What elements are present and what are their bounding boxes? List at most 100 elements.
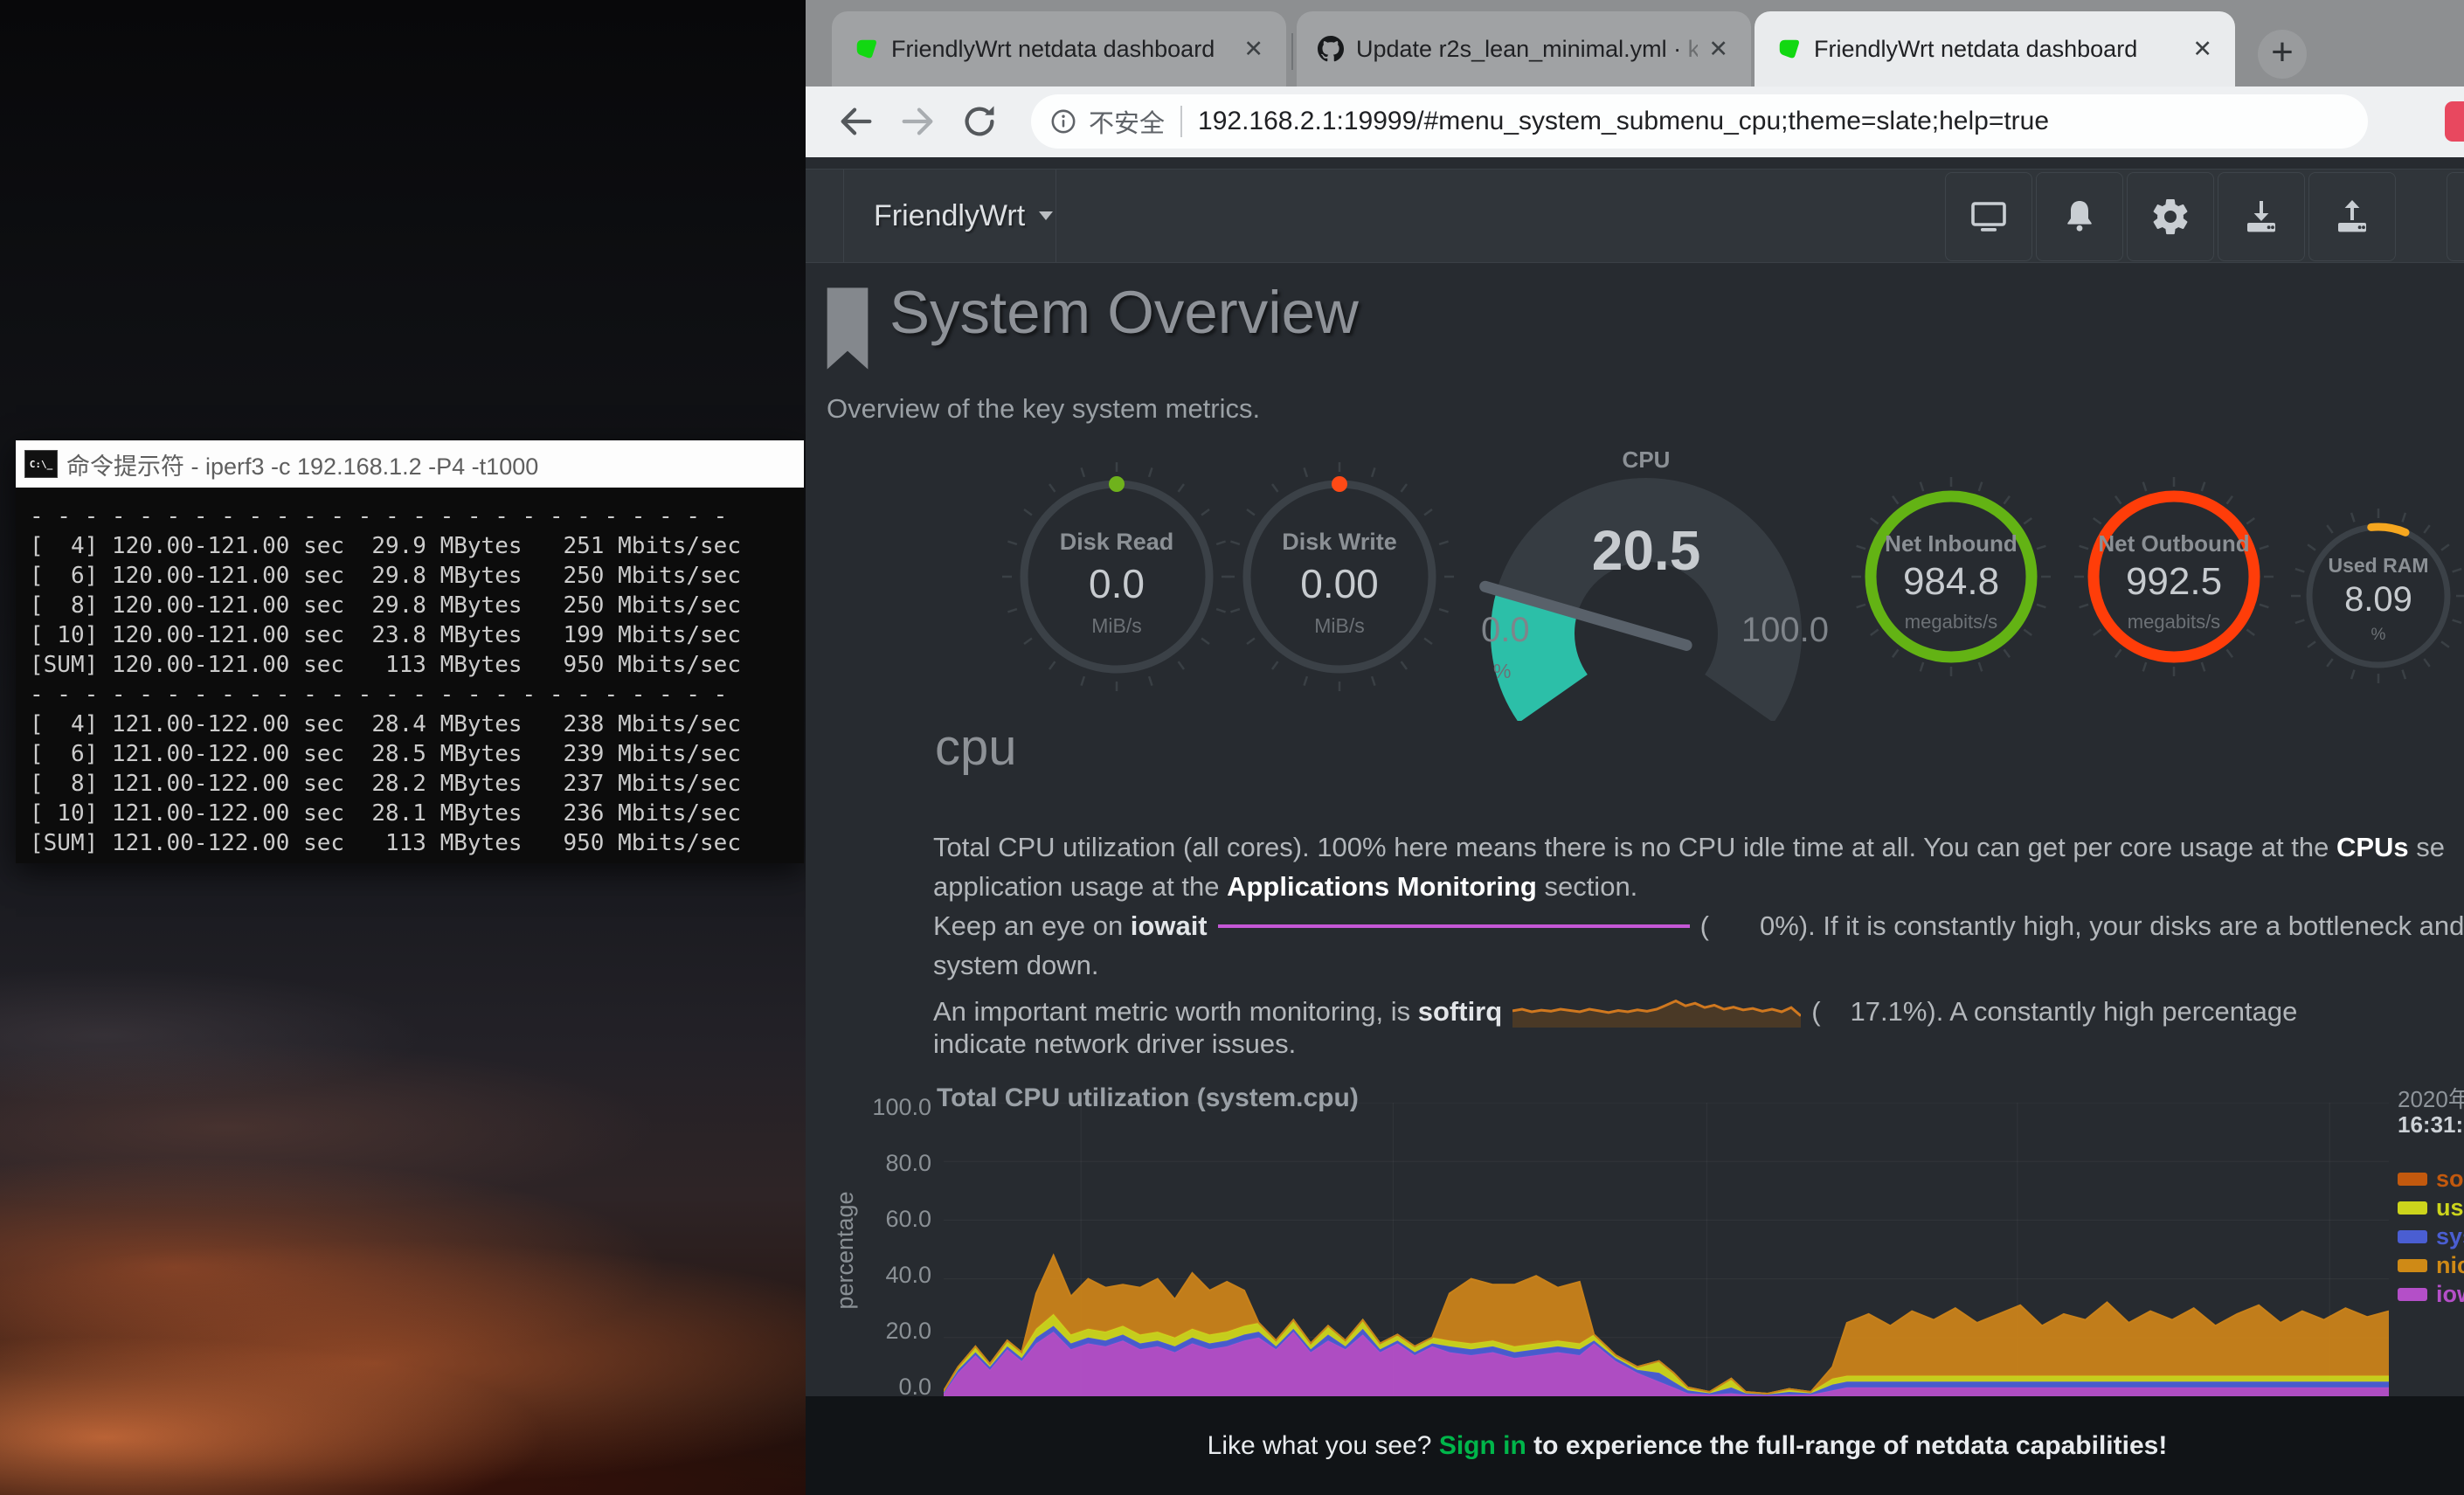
bell-icon	[2059, 196, 2101, 238]
alarms-button[interactable]	[2036, 172, 2123, 261]
bookmark-icon	[823, 287, 872, 370]
legend-item-softirq[interactable]: softirq	[2398, 1169, 2464, 1188]
gauge-min: 0.0	[1481, 611, 1530, 650]
address-bar[interactable]: 不安全 192.168.2.1:19999/#menu_system_subme…	[1031, 94, 2368, 149]
gauge-label: Used RAM	[2291, 554, 2464, 578]
divider	[843, 170, 844, 262]
new-tab-button[interactable]: +	[2258, 30, 2307, 79]
legend-label: softirq	[2436, 1166, 2464, 1193]
legend-item-iowait[interactable]: iowait	[2398, 1284, 2464, 1304]
terminal-text: - - - - - - - - - - - - - - - - - - - - …	[16, 488, 804, 872]
url-text[interactable]: 192.168.2.1:19999/#menu_system_submenu_c…	[1198, 107, 2049, 136]
gauge-cpu[interactable]: CPU 20.5 0.0 100.0 %	[1458, 441, 1834, 721]
back-icon[interactable]	[836, 101, 876, 142]
gauge-unit: MiB/s	[1222, 614, 1457, 638]
cpu-chart-plot[interactable]	[944, 1103, 2389, 1396]
export-button[interactable]	[2308, 172, 2396, 261]
cmd-icon: C:\_	[24, 450, 58, 478]
gauge-value: 0.0	[999, 560, 1235, 607]
gauge-unit: %	[2291, 626, 2464, 645]
display-icon-button[interactable]	[1945, 172, 2032, 261]
legend-label: nice	[2436, 1252, 2464, 1279]
reload-icon[interactable]	[959, 101, 1000, 142]
export-icon	[2331, 196, 2373, 238]
gauge-unit: MiB/s	[999, 614, 1235, 638]
gear-icon	[2149, 196, 2191, 238]
close-icon[interactable]: ✕	[1243, 36, 1263, 63]
close-icon[interactable]: ✕	[1708, 36, 1728, 63]
info-icon[interactable]	[1049, 107, 1078, 136]
signin-link[interactable]: Sign in	[1439, 1431, 1526, 1460]
tab-title: FriendlyWrt netdata dashboard	[1814, 36, 2182, 63]
gauge-unit: %	[1493, 660, 1511, 683]
legend-swatch	[2398, 1201, 2427, 1215]
legend-label: user	[2436, 1194, 2464, 1222]
chart-legend[interactable]: softirqusersystemniceiowait	[2398, 1169, 2464, 1313]
host-menu[interactable]: FriendlyWrt	[874, 170, 1053, 262]
extension-icon[interactable]	[2445, 101, 2464, 142]
close-icon[interactable]: ✕	[2192, 36, 2212, 63]
security-label[interactable]: 不安全	[1089, 103, 1165, 140]
signin-bar: Like what you see? Sign in to experience…	[806, 1396, 2464, 1495]
cpu-help-line-3: Keep an eye on iowait(0%). If it is cons…	[933, 910, 2464, 942]
tab-title: FriendlyWrt netdata dashboard	[891, 36, 1233, 63]
cpus-link[interactable]: CPUs	[2336, 832, 2409, 862]
browser-toolbar: 不安全 192.168.2.1:19999/#menu_system_subme…	[806, 87, 2464, 157]
legend-label: iowait	[2436, 1281, 2464, 1308]
gauge-disk-write[interactable]: Disk Write 0.00 MiB/s	[1222, 459, 1457, 695]
terminal-window[interactable]: C:\_ 命令提示符 - iperf3 -c 192.168.1.2 -P4 -…	[16, 440, 804, 863]
terminal-titlebar[interactable]: C:\_ 命令提示符 - iperf3 -c 192.168.1.2 -P4 -…	[16, 440, 804, 488]
gauge-disk-read[interactable]: Disk Read 0.0 MiB/s	[999, 459, 1235, 695]
gauge-label: Net Inbound	[1851, 530, 2052, 557]
tab-netdata-2-active[interactable]: FriendlyWrt netdata dashboard ✕	[1755, 11, 2235, 87]
partial-button[interactable]	[2447, 172, 2464, 261]
terminal-title: 命令提示符 - iperf3 -c 192.168.1.2 -P4 -t1000	[66, 447, 538, 481]
gauge-unit: megabits/s	[1851, 611, 2052, 633]
gauge-value: 8.09	[2291, 580, 2464, 619]
tab-github[interactable]: Update r2s_lean_minimal.yml · k ✕	[1297, 11, 1751, 87]
iowait-value: 0%	[1760, 910, 1799, 941]
page-subtitle: Overview of the key system metrics.	[827, 393, 1260, 425]
terminal-output[interactable]: - - - - - - - - - - - - - - - - - - - - …	[16, 488, 804, 863]
y-tick: 20.0	[841, 1318, 931, 1345]
y-tick: 80.0	[841, 1150, 931, 1177]
y-tick: 100.0	[841, 1094, 931, 1121]
netdata-header-bar: FriendlyWrt	[806, 169, 2464, 263]
gauge-net-inbound[interactable]: Net Inbound 984.8 megabits/s	[1851, 476, 2052, 677]
browser-window: FriendlyWrt netdata dashboard ✕ Update r…	[806, 0, 2464, 1495]
tab-netdata-1[interactable]: FriendlyWrt netdata dashboard ✕	[832, 11, 1286, 87]
tab-title: Update r2s_lean_minimal.yml · k	[1356, 36, 1698, 63]
gauge-value: 0.00	[1222, 560, 1457, 607]
chevron-down-icon	[1039, 211, 1053, 220]
gauge-used-ram[interactable]: Used RAM 8.09 %	[2291, 509, 2464, 683]
stacked-area-chart	[944, 1103, 2389, 1396]
y-axis-ticks: 100.080.060.040.020.00.0	[841, 1094, 931, 1408]
github-icon	[1318, 36, 1344, 62]
gauge-value: 20.5	[1458, 518, 1834, 583]
gauge-value: 984.8	[1851, 560, 2052, 604]
display-icon	[1968, 196, 2010, 238]
gauge-label: Net Outbound	[2073, 530, 2274, 557]
cpu-help-line-5: An important metric worth monitoring, is…	[933, 989, 2297, 1029]
legend-swatch	[2398, 1173, 2427, 1186]
forward-icon[interactable]	[897, 101, 938, 142]
tab-strip: FriendlyWrt netdata dashboard ✕ Update r…	[806, 0, 2464, 87]
legend-swatch	[2398, 1230, 2427, 1243]
legend-label: system	[2436, 1223, 2464, 1250]
legend-item-system[interactable]: system	[2398, 1227, 2464, 1246]
legend-item-nice[interactable]: nice	[2398, 1256, 2464, 1275]
gauge-label: Disk Write	[1222, 529, 1457, 556]
settings-button[interactable]	[2127, 172, 2214, 261]
import-icon	[2240, 196, 2282, 238]
legend-swatch	[2398, 1259, 2427, 1272]
signin-text-2: to experience the full-range of netdata …	[1526, 1431, 2168, 1460]
applications-monitoring-link[interactable]: Applications Monitoring	[1227, 871, 1537, 902]
legend-item-user[interactable]: user	[2398, 1198, 2464, 1217]
cpu-help-line-1: Total CPU utilization (all cores). 100% …	[933, 832, 2445, 863]
iowait-sparkline[interactable]	[1218, 924, 1690, 928]
import-button[interactable]	[2218, 172, 2305, 261]
softirq-value: 17.1%	[1851, 996, 1928, 1027]
softirq-sparkline[interactable]	[1512, 989, 1801, 1029]
chart-date: 2020年3	[2398, 1082, 2464, 1114]
gauge-net-outbound[interactable]: Net Outbound 992.5 megabits/s	[2073, 476, 2274, 677]
